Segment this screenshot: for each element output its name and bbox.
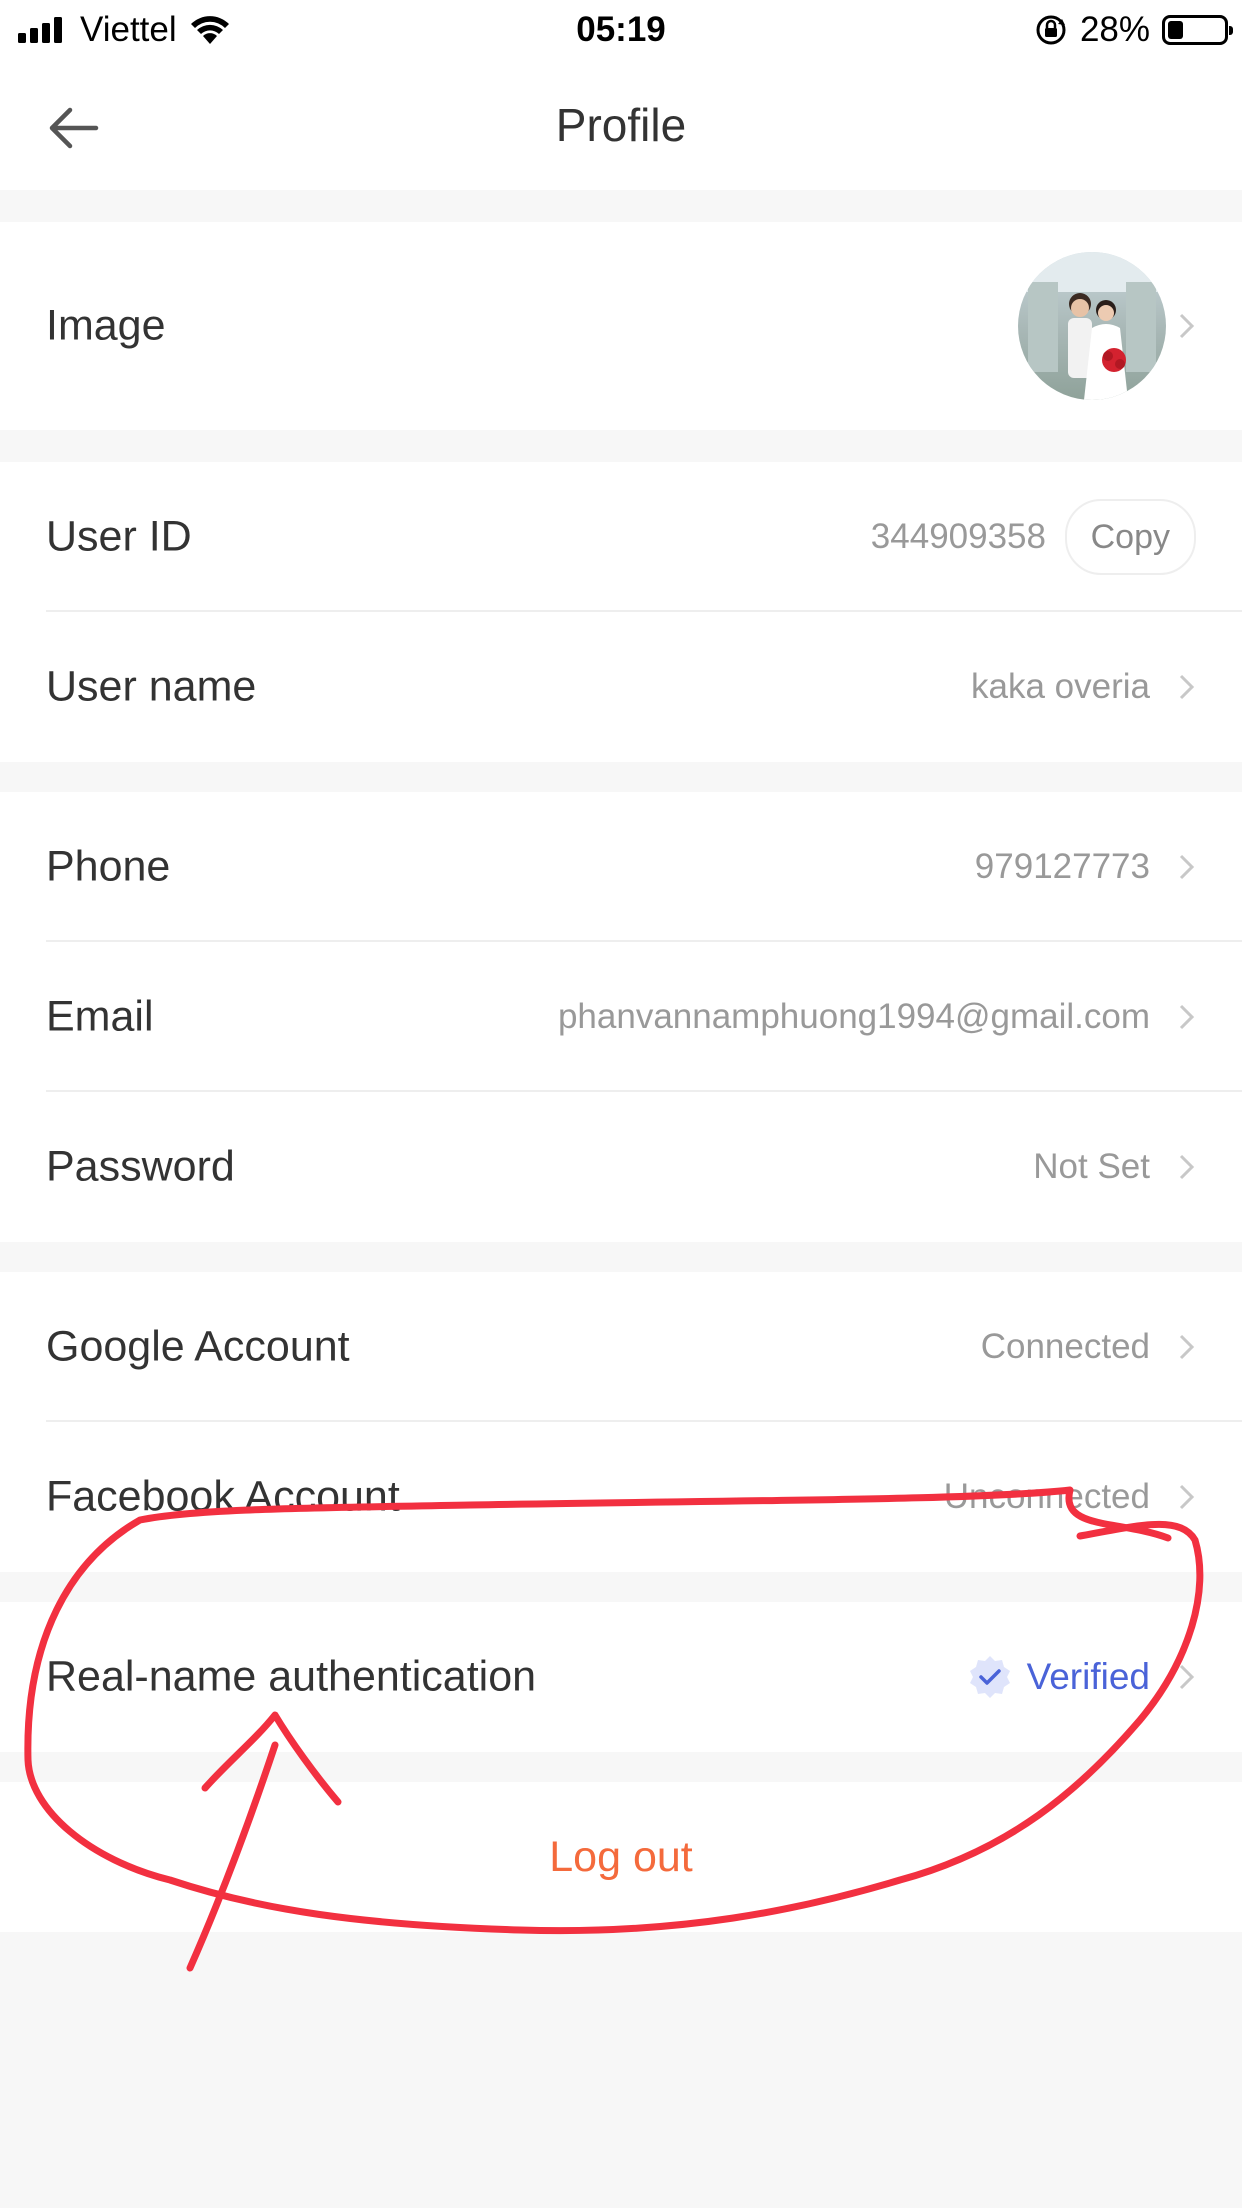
image-label: Image <box>46 301 166 350</box>
avatar[interactable] <box>1018 252 1166 400</box>
user-name-label: User name <box>46 662 257 711</box>
password-row[interactable]: Password Not Set <box>0 1092 1242 1242</box>
facebook-account-label: Facebook Account <box>46 1472 400 1521</box>
user-id-value: 344909358 <box>870 517 1046 556</box>
email-label: Email <box>46 992 154 1041</box>
chevron-right-icon <box>1179 1484 1195 1510</box>
chevron-right-icon <box>1179 1004 1195 1030</box>
chevron-right-icon <box>1179 313 1195 339</box>
facebook-account-row[interactable]: Facebook Account Unconnected <box>0 1422 1242 1572</box>
chevron-right-icon <box>1179 1154 1195 1180</box>
contact-section: Phone 979127773 Email phanvannamphuong19… <box>0 792 1242 1242</box>
facebook-account-value: Unconnected <box>943 1477 1150 1516</box>
real-name-row[interactable]: Real-name authentication Verified <box>0 1602 1242 1752</box>
image-section: Image <box>0 222 1242 430</box>
battery-fill <box>1168 21 1183 39</box>
email-value: phanvannamphuong1994@gmail.com <box>557 997 1150 1036</box>
phone-value: 979127773 <box>974 847 1150 886</box>
real-name-label: Real-name authentication <box>46 1652 537 1701</box>
rotation-lock-icon <box>1036 15 1066 45</box>
avatar-photo <box>1018 252 1166 400</box>
phone-label: Phone <box>46 842 171 891</box>
user-name-value: kaka overia <box>971 667 1150 706</box>
chevron-right-icon <box>1179 1334 1195 1360</box>
user-id-label: User ID <box>46 512 192 561</box>
chevron-right-icon <box>1179 674 1195 700</box>
image-row[interactable]: Image <box>0 222 1242 430</box>
copy-button[interactable]: Copy <box>1064 499 1196 575</box>
nav-bar: Profile <box>0 62 1242 190</box>
verified-status: Verified <box>967 1654 1150 1700</box>
google-account-row[interactable]: Google Account Connected <box>0 1272 1242 1422</box>
google-account-label: Google Account <box>46 1322 350 1371</box>
google-account-value: Connected <box>980 1327 1150 1366</box>
password-label: Password <box>46 1142 235 1191</box>
status-right-group: 28% <box>1034 10 1233 50</box>
password-value: Not Set <box>1033 1147 1150 1186</box>
user-name-row[interactable]: User name kaka overia <box>0 612 1242 762</box>
account-id-section: User ID 344909358 Copy User name kaka ov… <box>0 462 1242 762</box>
logout-button[interactable]: Log out <box>0 1782 1242 1932</box>
battery-icon <box>1162 15 1233 45</box>
phone-row[interactable]: Phone 979127773 <box>0 792 1242 942</box>
user-id-row: User ID 344909358 Copy <box>0 462 1242 612</box>
email-row[interactable]: Email phanvannamphuong1994@gmail.com <box>0 942 1242 1092</box>
status-bar: Viettel 05:19 28% <box>0 0 1242 62</box>
verified-label: Verified <box>1026 1656 1150 1697</box>
linked-accounts-section: Google Account Connected Facebook Accoun… <box>0 1272 1242 1572</box>
verification-section: Real-name authentication Verified <box>0 1602 1242 1752</box>
battery-percent: 28% <box>1079 10 1150 49</box>
page-title: Profile <box>555 99 687 151</box>
verified-badge-icon <box>969 1656 1010 1698</box>
chevron-right-icon <box>1179 1664 1195 1690</box>
chevron-right-icon <box>1179 854 1195 880</box>
